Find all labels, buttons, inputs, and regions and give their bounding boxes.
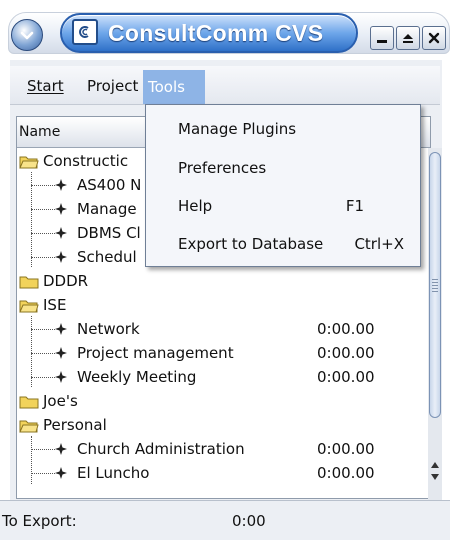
menu-item-shortcut: Ctrl+X: [354, 235, 404, 253]
tree-row-label: El Luncho: [77, 464, 150, 482]
tree-row-label: Joe's: [43, 392, 78, 410]
tree-row-time: 0:00.00: [317, 440, 375, 458]
tree-row-label: Schedul: [77, 248, 137, 266]
tree-row-item[interactable]: Church Administration 0:00.00: [17, 437, 407, 461]
scroll-arrows-icon[interactable]: [428, 448, 442, 488]
scrollbar-thumb[interactable]: [429, 152, 441, 418]
export-label: To Export:: [2, 512, 77, 530]
tree-row-label: ISE: [43, 296, 67, 314]
menu-item-export-to-database[interactable]: Export to Database Ctrl+X: [146, 229, 420, 259]
tree-row-item[interactable]: Network 0:00.00: [17, 317, 407, 341]
tools-menu-dropdown: Manage Plugins Preferences Help F1 Expor…: [145, 104, 421, 267]
tree-connector: [31, 473, 55, 474]
tree-row-item[interactable]: Project management 0:00.00: [17, 341, 407, 365]
tree-connector: [31, 329, 55, 330]
export-total: 0:00: [232, 512, 266, 530]
task-bullet-icon: [55, 323, 67, 335]
tree-row-label: Personal: [43, 416, 107, 434]
column-header-name[interactable]: Name: [19, 117, 60, 147]
tree-connector: [31, 257, 55, 258]
app-logo-icon: [72, 19, 98, 45]
tree-row-time: 0:00.00: [317, 368, 375, 386]
tree-row-item[interactable]: El Luncho 0:00.00: [17, 461, 407, 485]
tree-connector: [31, 353, 55, 354]
tree-row-folder[interactable]: Personal: [17, 413, 407, 437]
minimize-icon: [377, 40, 387, 43]
tree-row-folder[interactable]: DDDR: [17, 269, 407, 293]
title-bar: ConsultComm CVS: [0, 0, 450, 60]
minimize-button[interactable]: [370, 26, 394, 50]
task-bullet-icon: [55, 443, 67, 455]
folder-icon: [19, 396, 39, 409]
tree-connector: [31, 377, 55, 378]
menu-item-label: Manage Plugins: [178, 120, 297, 138]
menu-item-help[interactable]: Help F1: [146, 191, 420, 221]
tree-row-label: Church Administration: [77, 440, 245, 458]
tree-row-label: Weekly Meeting: [77, 368, 197, 386]
open-folder-icon: [19, 156, 39, 169]
menu-bar: Start Project: [10, 66, 440, 105]
status-bar: To Export: 0:00: [0, 500, 450, 540]
task-bullet-icon: [55, 371, 67, 383]
open-folder-icon: [19, 420, 39, 433]
menu-tools[interactable]: Tools: [143, 70, 205, 104]
tree-row-folder[interactable]: ISE: [17, 293, 407, 317]
close-button[interactable]: [422, 26, 446, 50]
menu-item-label: Export to Database: [178, 235, 324, 253]
window-menu-button[interactable]: [11, 19, 43, 51]
task-bullet-icon: [55, 227, 67, 239]
tree-row-label: DDDR: [43, 272, 89, 290]
grip-icon: [432, 279, 438, 293]
menu-item-label: Help: [178, 197, 213, 215]
open-folder-icon: [19, 300, 39, 313]
task-bullet-icon: [55, 347, 67, 359]
tree-connector: [31, 449, 55, 450]
tree-row-label: AS400 N: [77, 176, 142, 194]
vertical-scrollbar[interactable]: [428, 148, 442, 500]
menu-item-preferences[interactable]: Preferences: [146, 153, 420, 183]
menu-start[interactable]: Start: [22, 74, 69, 98]
task-bullet-icon: [55, 179, 67, 191]
tree-row-label: Project management: [77, 344, 234, 362]
menu-item-shortcut: F1: [345, 197, 364, 215]
tree-row-time: 0:00.00: [317, 320, 375, 338]
tree-row-time: 0:00.00: [317, 464, 375, 482]
task-bullet-icon: [55, 467, 67, 479]
maximize-icon: [403, 34, 413, 43]
tree-row-label: Network: [77, 320, 140, 338]
tree-row-folder[interactable]: Joe's: [17, 389, 407, 413]
tree-row-item[interactable]: Weekly Meeting 0:00.00: [17, 365, 407, 389]
folder-icon: [19, 276, 39, 289]
maximize-button[interactable]: [396, 26, 420, 50]
tree-row-label: Constructic: [43, 152, 129, 170]
task-bullet-icon: [55, 203, 67, 215]
menu-item-manage-plugins[interactable]: Manage Plugins: [146, 114, 420, 144]
close-icon: [428, 32, 440, 44]
menu-item-label: Preferences: [178, 159, 267, 177]
tree-row-label: Manage: [77, 200, 137, 218]
tree-row-label: DBMS Cl: [77, 224, 141, 242]
tree-connector: [31, 209, 55, 210]
task-bullet-icon: [55, 251, 67, 263]
tree-connector: [31, 185, 55, 186]
menu-project[interactable]: Project: [82, 74, 143, 98]
window-title: ConsultComm CVS: [108, 20, 324, 46]
tree-connector: [31, 233, 55, 234]
chevron-down-icon: [20, 31, 34, 40]
tree-row-time: 0:00.00: [317, 344, 375, 362]
